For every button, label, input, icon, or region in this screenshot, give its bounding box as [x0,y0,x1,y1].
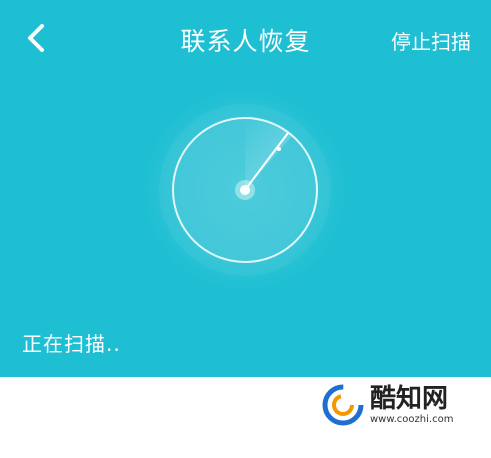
scan-status-text: 正在扫描.. [22,332,121,356]
radar-blip [277,147,281,151]
watermark-name: 酷知网 [370,383,449,414]
coozhi-logo-icon [322,384,364,426]
watermark-url: www.coozhi.com [370,413,454,425]
watermark: 酷知网 www.coozhi.com [322,378,472,432]
scan-area: 联系人恢复 停止扫描 正在扫描.. [0,0,491,377]
radar-icon [143,88,347,292]
radar-center-dot [240,185,250,195]
top-bar: 联系人恢复 停止扫描 [0,0,491,76]
stop-scan-button[interactable]: 停止扫描 [391,26,471,55]
contact-recovery-screen: 联系人恢复 停止扫描 正在扫描.. 酷知网 www.coozhi.com [0,0,491,458]
